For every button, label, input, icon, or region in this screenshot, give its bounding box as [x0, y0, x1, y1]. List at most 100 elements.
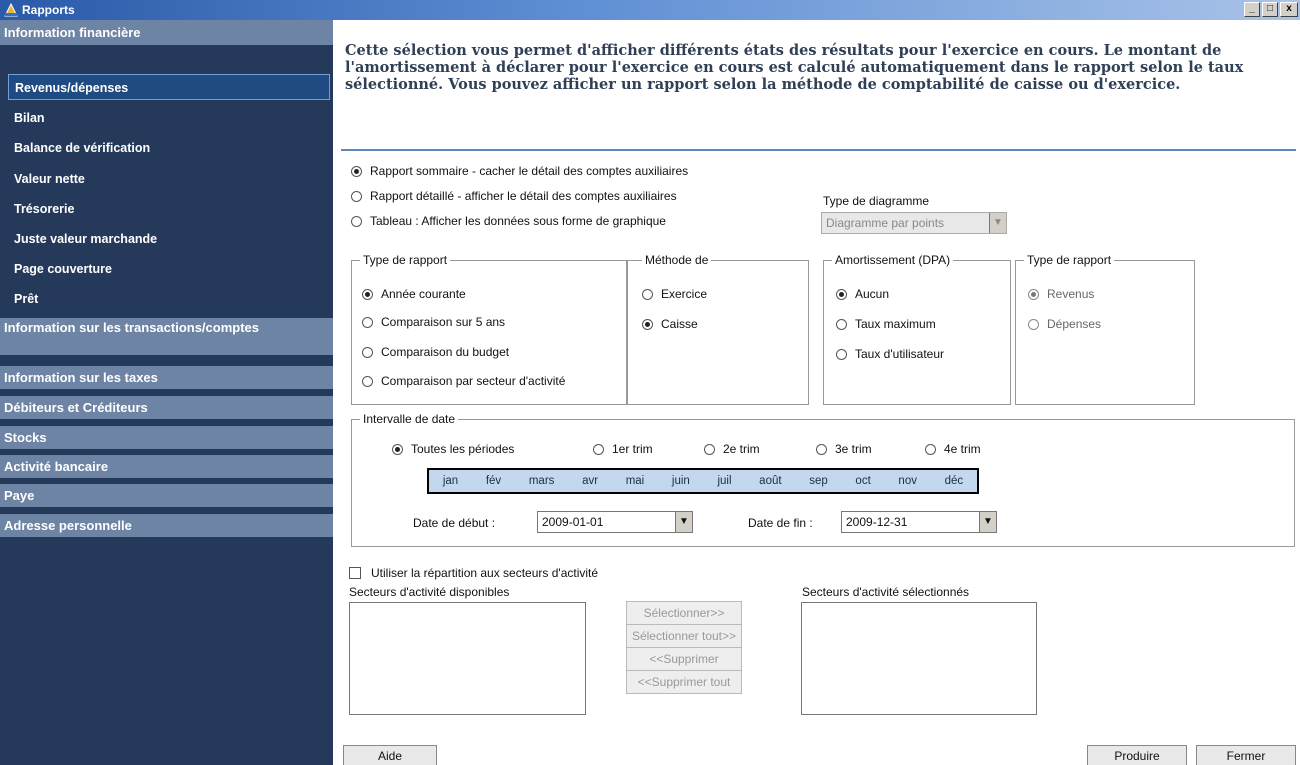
- use-sectors-label: Utiliser la répartition aux secteurs d'a…: [371, 566, 599, 580]
- sidebar-category-stocks[interactable]: Stocks: [0, 426, 333, 450]
- radio-taux-utilisateur[interactable]: Taux d'utilisateur: [836, 347, 944, 361]
- month-aout[interactable]: août: [759, 475, 781, 487]
- month-bar: jan fév mars avr mai juin juil août sep …: [427, 468, 979, 494]
- chevron-down-icon: ▼: [989, 213, 1006, 233]
- sidebar-item-juste-valeur[interactable]: Juste valeur marchande: [8, 226, 330, 252]
- sidebar: Information financière Revenus/dépenses …: [0, 20, 333, 765]
- radio-icon: [836, 348, 847, 360]
- sidebar-category-adresse-personnelle[interactable]: Adresse personnelle: [0, 514, 333, 538]
- month-sep[interactable]: sep: [809, 475, 828, 487]
- month-avr[interactable]: avr: [582, 475, 598, 487]
- chevron-down-icon: ▼: [675, 512, 692, 532]
- radio-selected-icon: [1028, 288, 1039, 300]
- radio-icon: [362, 375, 373, 387]
- sidebar-item-pret[interactable]: Prêt: [8, 286, 330, 312]
- chevron-down-icon: ▼: [979, 512, 996, 532]
- radio-rapport-sommaire[interactable]: Rapport sommaire - cacher le détail des …: [351, 164, 688, 178]
- radio-selected-icon: [392, 443, 403, 455]
- available-sectors-list[interactable]: [349, 602, 586, 715]
- radio-2e-trim[interactable]: 2e trim: [704, 442, 760, 456]
- close-window-button[interactable]: x: [1280, 2, 1298, 17]
- radio-rapport-detaille[interactable]: Rapport détaillé - afficher le détail de…: [351, 189, 677, 203]
- radio-icon: [642, 288, 653, 300]
- sidebar-item-page-couverture[interactable]: Page couverture: [8, 256, 330, 282]
- month-oct[interactable]: oct: [855, 475, 870, 487]
- sidebar-item-revenus-depenses[interactable]: Revenus/dépenses: [8, 74, 330, 100]
- window-title: Rapports: [22, 3, 75, 17]
- month-juil[interactable]: juil: [717, 475, 731, 487]
- group-method: Méthode de Exercice Caisse: [627, 253, 809, 405]
- end-date-select[interactable]: 2009-12-31 ▼: [841, 511, 997, 533]
- radio-comparaison-secteur[interactable]: Comparaison par secteur d'activité: [362, 374, 565, 388]
- radio-selected-icon: [836, 288, 847, 300]
- radio-comparaison-budget[interactable]: Comparaison du budget: [362, 345, 509, 359]
- sidebar-item-balance-verification[interactable]: Balance de vérification: [8, 135, 330, 161]
- radio-annee-courante[interactable]: Année courante: [362, 287, 466, 301]
- select-button[interactable]: Sélectionner>>: [626, 601, 742, 625]
- start-date-select[interactable]: 2009-01-01 ▼: [537, 511, 693, 533]
- radio-icon: [816, 443, 827, 455]
- radio-icon: [351, 215, 362, 227]
- sidebar-category-information-financiere[interactable]: Information financière: [0, 20, 333, 46]
- title-bar: Rapports _ □ x: [0, 0, 1300, 20]
- radio-revenus[interactable]: Revenus: [1028, 287, 1094, 301]
- month-mars[interactable]: mars: [529, 475, 555, 487]
- group-report-type-2: Type de rapport Revenus Dépenses: [1015, 253, 1195, 405]
- radio-icon: [593, 443, 604, 455]
- help-button[interactable]: Aide: [343, 745, 437, 765]
- radio-selected-icon: [362, 288, 373, 300]
- radio-1er-trim[interactable]: 1er trim: [593, 442, 653, 456]
- remove-button[interactable]: <<Supprimer: [626, 647, 742, 671]
- sidebar-category-taxes[interactable]: Information sur les taxes: [0, 366, 333, 390]
- produce-button[interactable]: Produire: [1087, 745, 1187, 765]
- sidebar-category-transactions[interactable]: Information sur les transactions/comptes: [0, 318, 333, 356]
- chart-type-label: Type de diagramme: [823, 194, 930, 208]
- close-button[interactable]: Fermer: [1196, 745, 1296, 765]
- radio-selected-icon: [351, 165, 362, 177]
- month-nov[interactable]: nov: [898, 475, 917, 487]
- radio-comparaison-5-ans[interactable]: Comparaison sur 5 ans: [362, 315, 505, 329]
- group-amortissement: Amortissement (DPA) Aucun Taux maximum T…: [823, 253, 1011, 405]
- radio-icon: [1028, 318, 1039, 330]
- radio-toutes-periodes[interactable]: Toutes les périodes: [392, 442, 514, 456]
- radio-icon: [351, 190, 362, 202]
- group-report-type: Type de rapport Année courante Comparais…: [351, 253, 627, 405]
- radio-exercice[interactable]: Exercice: [642, 287, 707, 301]
- radio-aucun[interactable]: Aucun: [836, 287, 889, 301]
- radio-icon: [362, 346, 373, 358]
- start-date-label: Date de début :: [413, 516, 496, 530]
- month-dec[interactable]: déc: [945, 475, 964, 487]
- main-panel: Cette sélection vous permet d'afficher d…: [333, 20, 1300, 765]
- app-icon: [4, 3, 18, 17]
- radio-icon: [362, 316, 373, 328]
- radio-icon: [704, 443, 715, 455]
- selected-sectors-label: Secteurs d'activité sélectionnés: [802, 585, 970, 599]
- sidebar-item-tresorerie[interactable]: Trésorerie: [8, 196, 330, 222]
- month-fev[interactable]: fév: [486, 475, 501, 487]
- sidebar-item-bilan[interactable]: Bilan: [8, 105, 330, 131]
- month-mai[interactable]: mai: [626, 475, 645, 487]
- radio-3e-trim[interactable]: 3e trim: [816, 442, 872, 456]
- description-text: Cette sélection vous permet d'afficher d…: [345, 42, 1244, 93]
- radio-taux-maximum[interactable]: Taux maximum: [836, 317, 936, 331]
- month-jan[interactable]: jan: [443, 475, 458, 487]
- sidebar-category-activite-bancaire[interactable]: Activité bancaire: [0, 455, 333, 479]
- sidebar-category-paye[interactable]: Paye: [0, 484, 333, 508]
- sidebar-item-valeur-nette[interactable]: Valeur nette: [8, 166, 330, 192]
- select-all-button[interactable]: Sélectionner tout>>: [626, 624, 742, 648]
- remove-all-button[interactable]: <<Supprimer tout: [626, 670, 742, 694]
- radio-4e-trim[interactable]: 4e trim: [925, 442, 981, 456]
- radio-icon: [836, 318, 847, 330]
- radio-depenses[interactable]: Dépenses: [1028, 317, 1101, 331]
- selected-sectors-list[interactable]: [801, 602, 1037, 715]
- radio-tableau[interactable]: Tableau : Afficher les données sous form…: [351, 214, 666, 228]
- use-sectors-checkbox[interactable]: [349, 567, 361, 579]
- chart-type-select[interactable]: Diagramme par points ▼: [821, 212, 1007, 234]
- end-date-label: Date de fin :: [748, 516, 813, 530]
- maximize-button[interactable]: □: [1262, 2, 1278, 17]
- minimize-button[interactable]: _: [1244, 2, 1260, 17]
- radio-caisse[interactable]: Caisse: [642, 317, 698, 331]
- sidebar-category-debiteurs-crediteurs[interactable]: Débiteurs et Créditeurs: [0, 396, 333, 420]
- month-juin[interactable]: juin: [672, 475, 690, 487]
- divider: [341, 149, 1296, 151]
